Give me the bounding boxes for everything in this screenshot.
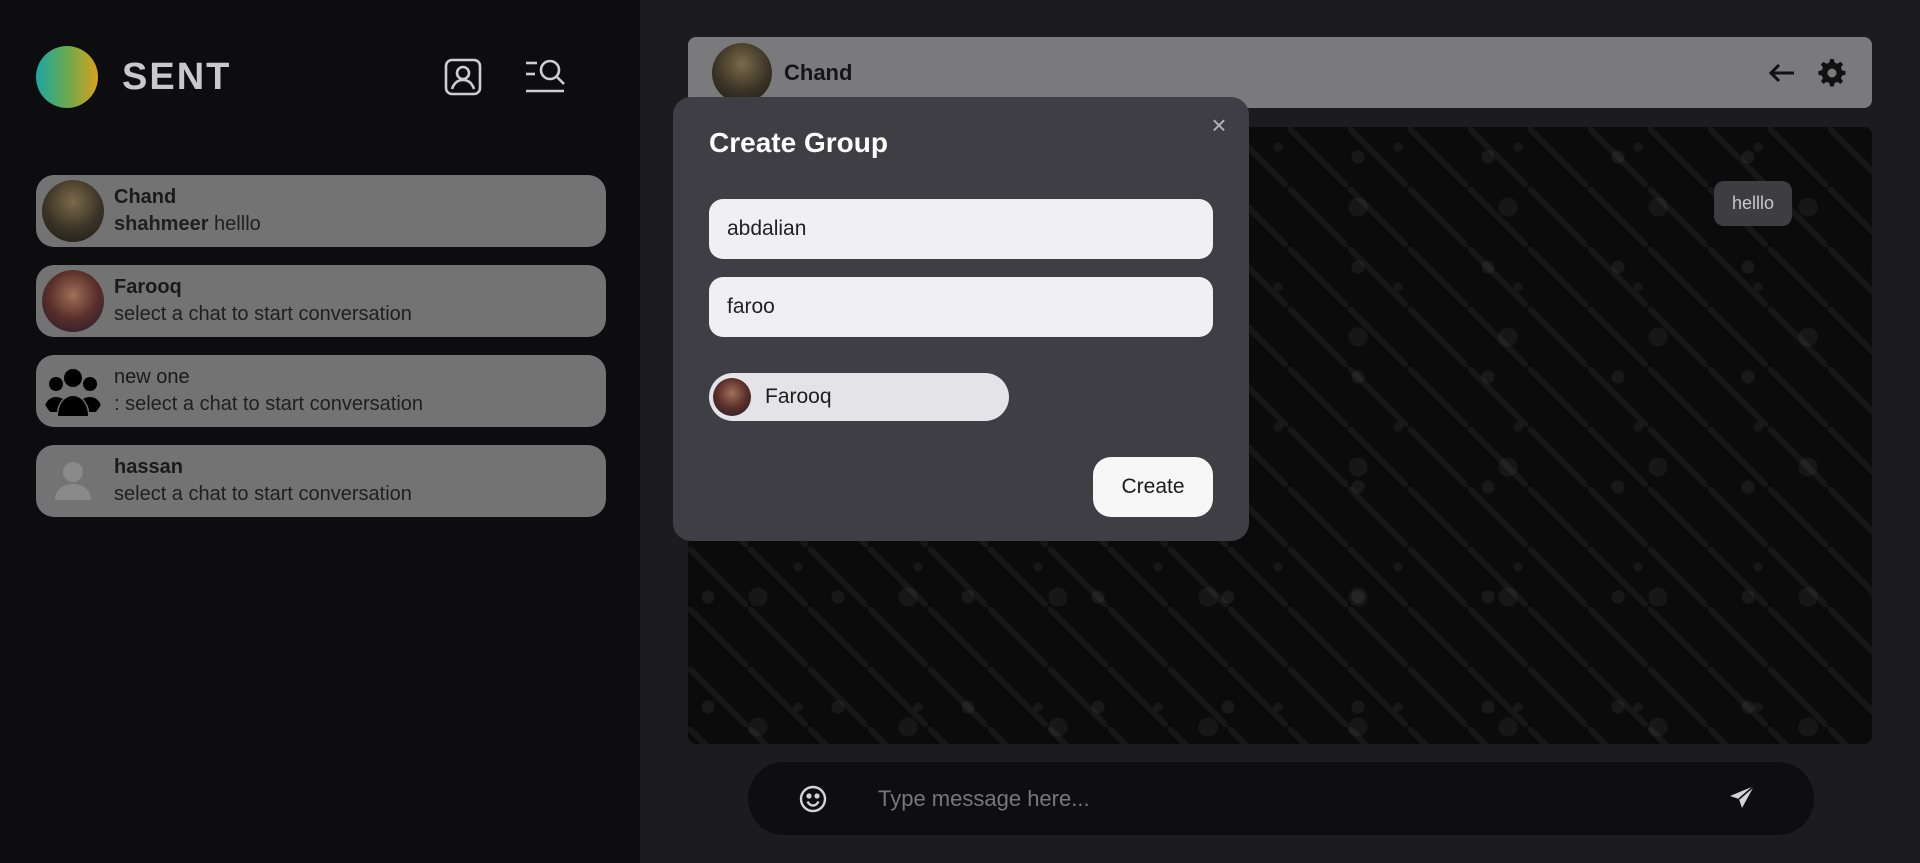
group-name-input[interactable] bbox=[709, 199, 1213, 259]
modal-title: Create Group bbox=[709, 127, 888, 158]
close-icon[interactable]: × bbox=[1207, 112, 1231, 138]
chip-label: Farooq bbox=[765, 385, 832, 408]
user-search-input[interactable] bbox=[709, 277, 1213, 337]
selected-user-chip[interactable]: Farooq bbox=[709, 373, 1009, 421]
avatar bbox=[713, 378, 751, 416]
create-button[interactable]: Create bbox=[1093, 457, 1213, 517]
create-group-modal: × Create Group Farooq Create bbox=[673, 97, 1249, 541]
